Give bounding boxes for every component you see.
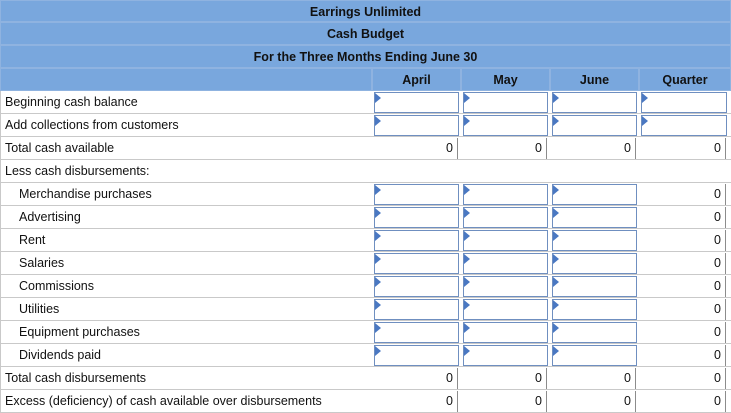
computed-amount: 0 xyxy=(714,256,721,270)
row-label: Rent xyxy=(0,229,372,252)
report-period: For the Three Months Ending June 30 xyxy=(0,45,731,68)
amount-input[interactable] xyxy=(374,92,459,113)
amount-input[interactable] xyxy=(374,207,459,228)
row-divider xyxy=(372,366,731,367)
computed-amount: 0 xyxy=(714,210,721,224)
company-name: Earrings Unlimited xyxy=(0,0,731,22)
amount-input[interactable] xyxy=(552,115,637,136)
amount-input[interactable] xyxy=(552,230,637,251)
report-title: Cash Budget xyxy=(0,22,731,45)
computed-amount: 0 xyxy=(535,394,542,408)
computed-amount: 0 xyxy=(714,302,721,316)
amount-input[interactable] xyxy=(552,299,637,320)
row-divider xyxy=(372,389,731,390)
row-divider xyxy=(372,274,731,275)
row-divider xyxy=(372,113,731,114)
amount-input[interactable] xyxy=(374,230,459,251)
row-label: Total cash disbursements xyxy=(0,367,372,390)
computed-amount: 0 xyxy=(446,371,453,385)
amount-input[interactable] xyxy=(463,184,548,205)
col-header-june: June xyxy=(550,68,639,91)
amount-input[interactable] xyxy=(552,322,637,343)
computed-amount: 0 xyxy=(714,325,721,339)
computed-amount: 0 xyxy=(535,141,542,155)
amount-input[interactable] xyxy=(374,276,459,297)
computed-amount: 0 xyxy=(714,233,721,247)
amount-input[interactable] xyxy=(463,207,548,228)
amount-input[interactable] xyxy=(374,253,459,274)
row-label: Commissions xyxy=(0,275,372,298)
amount-input[interactable] xyxy=(374,299,459,320)
amount-input[interactable] xyxy=(374,322,459,343)
amount-input[interactable] xyxy=(374,345,459,366)
amount-input[interactable] xyxy=(374,115,459,136)
row-divider xyxy=(372,182,731,183)
row-divider xyxy=(372,320,731,321)
amount-input[interactable] xyxy=(552,92,637,113)
row-divider xyxy=(372,136,731,137)
amount-input[interactable] xyxy=(552,345,637,366)
amount-input[interactable] xyxy=(374,184,459,205)
row-label: Salaries xyxy=(0,252,372,275)
label-column-header xyxy=(0,68,372,91)
row-label: Advertising xyxy=(0,206,372,229)
amount-input[interactable] xyxy=(552,207,637,228)
row-label: Beginning cash balance xyxy=(0,91,372,114)
row-label: Less cash disbursements: xyxy=(0,160,372,183)
row-divider xyxy=(372,228,731,229)
computed-amount: 0 xyxy=(624,371,631,385)
row-divider xyxy=(372,343,731,344)
amount-input[interactable] xyxy=(641,115,727,136)
computed-amount: 0 xyxy=(714,348,721,362)
amount-input[interactable] xyxy=(463,322,548,343)
row-divider xyxy=(372,251,731,252)
computed-amount: 0 xyxy=(714,394,721,408)
computed-amount: 0 xyxy=(714,187,721,201)
amount-input[interactable] xyxy=(463,299,548,320)
amount-input[interactable] xyxy=(552,276,637,297)
col-header-quarter: Quarter xyxy=(639,68,731,91)
amount-input[interactable] xyxy=(463,253,548,274)
computed-amount: 0 xyxy=(714,141,721,155)
row-label: Dividends paid xyxy=(0,344,372,367)
row-label: Excess (deficiency) of cash available ov… xyxy=(0,390,372,413)
amount-input[interactable] xyxy=(463,230,548,251)
col-header-april: April xyxy=(372,68,461,91)
row-label: Merchandise purchases xyxy=(0,183,372,206)
computed-amount: 0 xyxy=(624,394,631,408)
amount-input[interactable] xyxy=(463,115,548,136)
row-label: Add collections from customers xyxy=(0,114,372,137)
col-header-may: May xyxy=(461,68,550,91)
row-label: Equipment purchases xyxy=(0,321,372,344)
amount-input[interactable] xyxy=(641,92,727,113)
amount-input[interactable] xyxy=(463,92,548,113)
amount-input[interactable] xyxy=(552,253,637,274)
row-divider xyxy=(372,159,731,160)
computed-amount: 0 xyxy=(714,279,721,293)
row-label: Utilities xyxy=(0,298,372,321)
computed-amount: 0 xyxy=(446,141,453,155)
computed-amount: 0 xyxy=(535,371,542,385)
computed-amount: 0 xyxy=(446,394,453,408)
amount-input[interactable] xyxy=(552,184,637,205)
row-label: Total cash available xyxy=(0,137,372,160)
computed-amount: 0 xyxy=(714,371,721,385)
amount-input[interactable] xyxy=(463,276,548,297)
amount-input[interactable] xyxy=(463,345,548,366)
row-divider xyxy=(372,297,731,298)
computed-amount: 0 xyxy=(624,141,631,155)
row-divider xyxy=(372,205,731,206)
